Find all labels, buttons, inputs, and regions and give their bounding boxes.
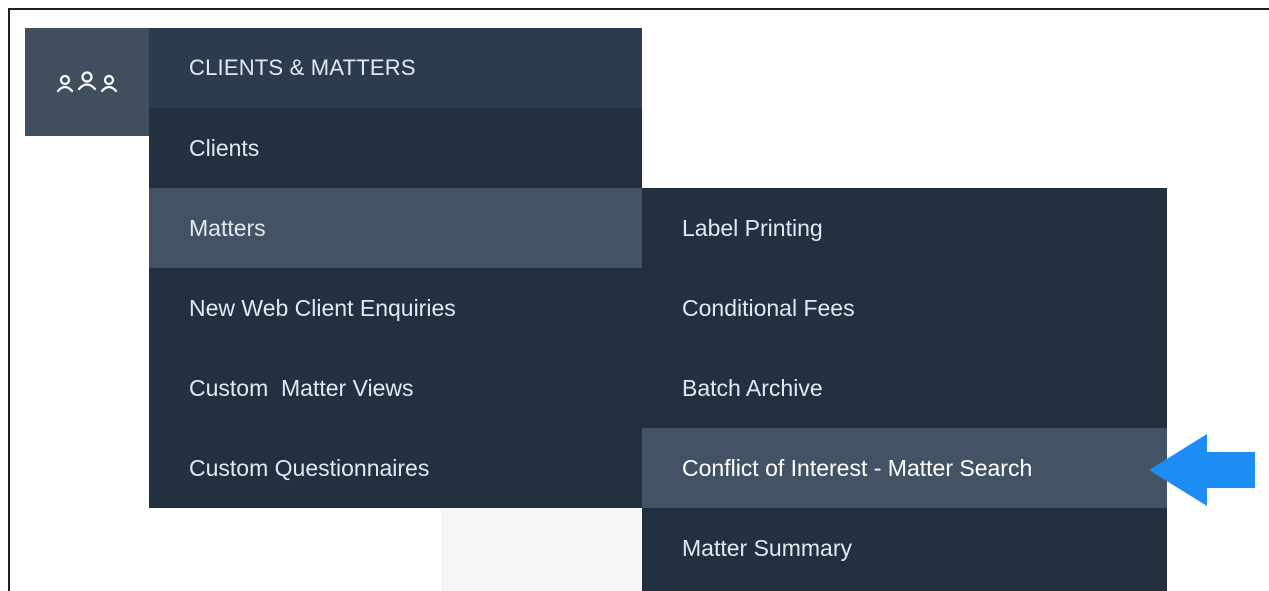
pointer-arrow-shape <box>1149 434 1255 506</box>
clients-menu-button[interactable] <box>25 28 149 136</box>
background-panel <box>441 508 642 591</box>
submenu-item-conflict-of-interest-matter-search[interactable]: Conflict of Interest - Matter Search <box>642 428 1167 508</box>
menu-item-clients[interactable]: Clients <box>149 108 642 188</box>
menu-item-custom-matter-views[interactable]: Custom Matter Views <box>149 348 642 428</box>
submenu-item-conditional-fees[interactable]: Conditional Fees <box>642 268 1167 348</box>
users-group-icon <box>56 71 118 93</box>
frame-border-left <box>8 8 10 591</box>
menu-item-custom-questionnaires[interactable]: Custom Questionnaires <box>149 428 642 508</box>
submenu-item-label-printing[interactable]: Label Printing <box>642 188 1167 268</box>
arrow-left-icon <box>1149 434 1255 506</box>
submenu-item-batch-archive[interactable]: Batch Archive <box>642 348 1167 428</box>
screenshot-frame: CLIENTS & MATTERS Clients Matters New We… <box>0 0 1269 591</box>
frame-border-top <box>8 8 1269 10</box>
submenu-item-matter-summary[interactable]: Matter Summary <box>642 508 1167 588</box>
menu-header: CLIENTS & MATTERS <box>149 28 642 108</box>
clients-matters-menu: CLIENTS & MATTERS Clients Matters New We… <box>149 28 642 508</box>
menu-item-matters[interactable]: Matters <box>149 188 642 268</box>
menu-item-new-web-client-enquiries[interactable]: New Web Client Enquiries <box>149 268 642 348</box>
matters-submenu: Label Printing Conditional Fees Batch Ar… <box>642 188 1167 591</box>
